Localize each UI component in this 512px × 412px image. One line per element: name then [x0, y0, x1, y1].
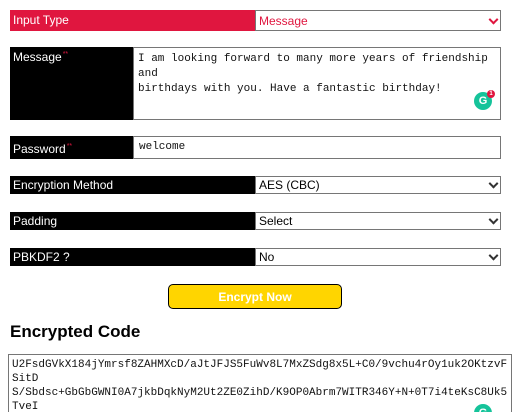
password-label: Password**	[10, 136, 133, 159]
pbkdf2-label: PBKDF2 ?	[10, 248, 255, 266]
encryption-method-select[interactable]: AES (CBC)	[255, 176, 501, 194]
grammarly-letter: G	[479, 407, 488, 412]
chevron-down-icon	[488, 214, 499, 225]
encryption-method-label: Encryption Method	[10, 176, 255, 194]
password-input[interactable]: welcome	[133, 136, 501, 159]
password-row: Password** welcome	[10, 136, 501, 159]
padding-value: Select	[259, 214, 293, 228]
chevron-down-icon	[488, 14, 499, 25]
padding-label: Padding	[10, 212, 255, 230]
message-row: Message** I am looking forward to many m…	[10, 47, 501, 120]
encrypted-code-heading: Encrypted Code	[10, 322, 141, 341]
input-type-select[interactable]: Message	[255, 10, 501, 31]
message-label-text: Message	[13, 50, 62, 64]
grammarly-badge: 1	[487, 90, 495, 98]
grammarly-icon[interactable]: G 1	[474, 90, 495, 110]
message-label: Message**	[10, 47, 133, 120]
encrypted-code-output[interactable]: U2FsdGVkX184jYmrsf8ZAHMXcD/aJtJFJS5FuWv8…	[8, 354, 512, 412]
chevron-down-icon	[488, 178, 499, 189]
pbkdf2-value: No	[259, 250, 275, 264]
password-label-text: Password	[13, 142, 66, 156]
pbkdf2-select[interactable]: No	[255, 248, 501, 266]
encryption-method-value: AES (CBC)	[259, 178, 320, 192]
grammarly-letter: G	[478, 95, 488, 107]
chevron-down-icon	[488, 250, 499, 261]
required-mark: **	[66, 143, 73, 150]
padding-select[interactable]: Select	[255, 212, 501, 230]
input-type-value: Message	[259, 13, 308, 28]
required-mark: **	[62, 51, 69, 58]
input-type-label: Input Type	[10, 10, 255, 31]
message-textarea[interactable]: I am looking forward to many more years …	[133, 47, 501, 120]
encrypt-now-button[interactable]: Encrypt Now	[168, 284, 342, 309]
